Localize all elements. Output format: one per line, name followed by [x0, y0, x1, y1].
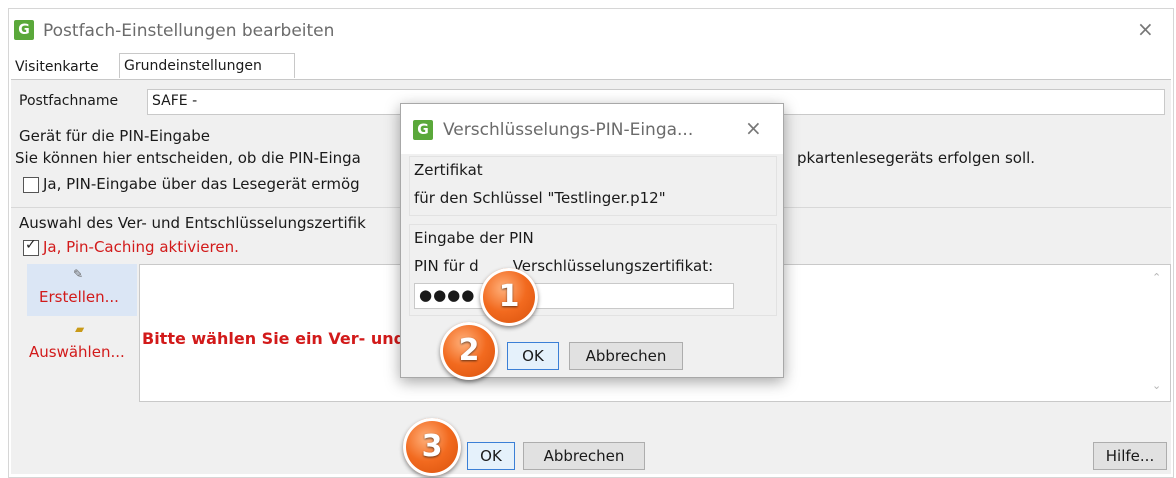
dialog-title: Verschlüsselungs-PIN-Einga...	[443, 120, 694, 140]
pin-device-heading: Gerät für die PIN-Eingabe	[19, 127, 210, 145]
cert-warning: Bitte wählen Sie ein Ver- und	[142, 329, 406, 348]
scroll-up-icon[interactable]: ⌃	[1152, 271, 1161, 284]
create-label: Erstellen...	[39, 288, 119, 306]
cert-text: für den Schlüssel "Testlinger.p12"	[414, 189, 666, 207]
select-label: Auswählen...	[29, 343, 125, 361]
pin-device-description-tail: pkartenlesegeräts erfolgen soll.	[797, 149, 1036, 167]
pin-field-label: PIN für d Verschlüsselungszertifikat:	[414, 257, 713, 275]
step-badge-1: 1	[480, 268, 538, 326]
pin-caching-checkbox[interactable]: ✓	[23, 237, 39, 256]
pin-device-description: Sie können hier entscheiden, ob die PIN-…	[15, 149, 361, 167]
window-title: Postfach-Einstellungen bearbeiten	[43, 21, 335, 41]
pin-group: Eingabe der PIN PIN für d Verschlüsselung…	[409, 224, 777, 316]
ok-button[interactable]: OK	[467, 442, 515, 470]
dialog-cancel-button[interactable]: Abbrechen	[569, 342, 683, 370]
help-button[interactable]: Hilfe...	[1093, 442, 1167, 470]
app-icon: G	[14, 20, 34, 40]
postfachname-value: SAFE -	[152, 93, 198, 109]
folder-open-icon: ▰	[75, 322, 85, 336]
pin-device-checkbox-label: Ja, PIN-Eingabe über das Lesegerät ermög	[43, 175, 360, 193]
dialog-close-icon[interactable]: ×	[745, 116, 762, 140]
step-badge-3: 3	[403, 418, 461, 476]
dialog-app-icon: G	[413, 120, 433, 140]
certificate-new-icon: ✎	[73, 267, 84, 281]
tab-visitenkarte[interactable]: Visitenkarte	[11, 55, 103, 79]
pin-input[interactable]: ●●●●	[414, 283, 734, 309]
pin-value: ●●●●	[419, 286, 476, 304]
cancel-button[interactable]: Abbrechen	[523, 442, 645, 470]
pin-field-label-start: PIN für d	[414, 257, 479, 275]
tab-grundeinstellungen[interactable]: Grundeinstellungen	[119, 53, 295, 78]
pin-field-label-end: Verschlüsselungszertifikat:	[512, 257, 714, 275]
postfachname-label: Postfachname	[19, 93, 119, 109]
step-badge-2: 2	[440, 322, 498, 380]
pin-caching-label: Ja, Pin-Caching aktivieren.	[43, 238, 239, 256]
close-icon[interactable]: ×	[1137, 17, 1154, 41]
scroll-down-icon[interactable]: ⌄	[1152, 379, 1161, 392]
cert-group-label: Zertifikat	[414, 161, 483, 179]
dialog-ok-button[interactable]: OK	[507, 342, 559, 370]
cert-heading: Auswahl des Ver- und Entschlüsselungszer…	[19, 214, 366, 232]
pin-group-label: Eingabe der PIN	[414, 229, 534, 247]
select-button[interactable]: ▰ Auswählen...	[27, 320, 137, 372]
cert-group: Zertifikat für den Schlüssel "Testlinger…	[409, 156, 777, 216]
pin-device-checkbox[interactable]	[23, 177, 39, 193]
create-button[interactable]: ✎ Erstellen...	[27, 264, 137, 316]
